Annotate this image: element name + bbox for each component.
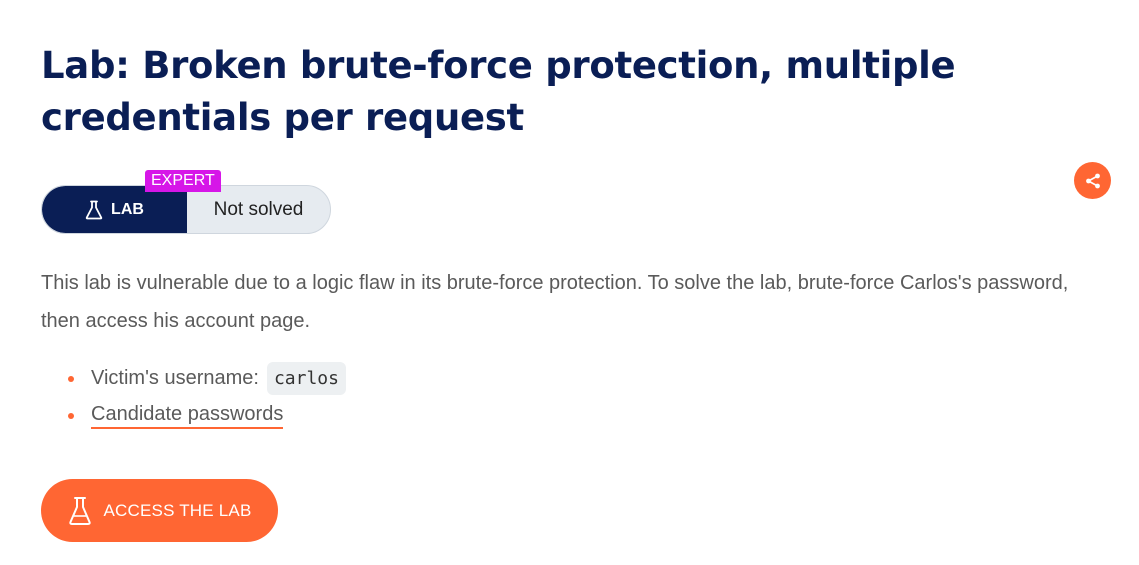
lab-pill: LAB (42, 186, 187, 233)
access-lab-label: ACCESS THE LAB (103, 500, 252, 520)
candidate-passwords-link[interactable]: Candidate passwords (91, 403, 284, 429)
access-lab-button[interactable]: ACCESS THE LAB (41, 479, 278, 542)
lab-status-widget: LAB Not solved (41, 185, 331, 234)
username-label: Victim's username: (91, 367, 259, 389)
username-value: carlos (266, 362, 346, 395)
flask-icon (68, 496, 91, 525)
bullet-icon (68, 413, 74, 419)
level-badge: EXPERT (145, 170, 221, 192)
lab-description: This lab is vulnerable due to a logic fl… (41, 272, 1069, 332)
share-button[interactable] (1074, 162, 1111, 199)
lab-details-list: Victim's username: carlos Candidate pass… (68, 360, 346, 434)
status-text: Not solved (213, 198, 304, 220)
lab-label: LAB (111, 200, 144, 218)
flask-icon (85, 200, 103, 219)
list-item-username: Victim's username: carlos (68, 360, 346, 397)
page-title: Lab: Broken brute-force protection, mult… (41, 44, 956, 139)
share-icon (1085, 173, 1100, 188)
list-item-passwords: Candidate passwords (68, 397, 346, 434)
bullet-icon (68, 376, 74, 382)
